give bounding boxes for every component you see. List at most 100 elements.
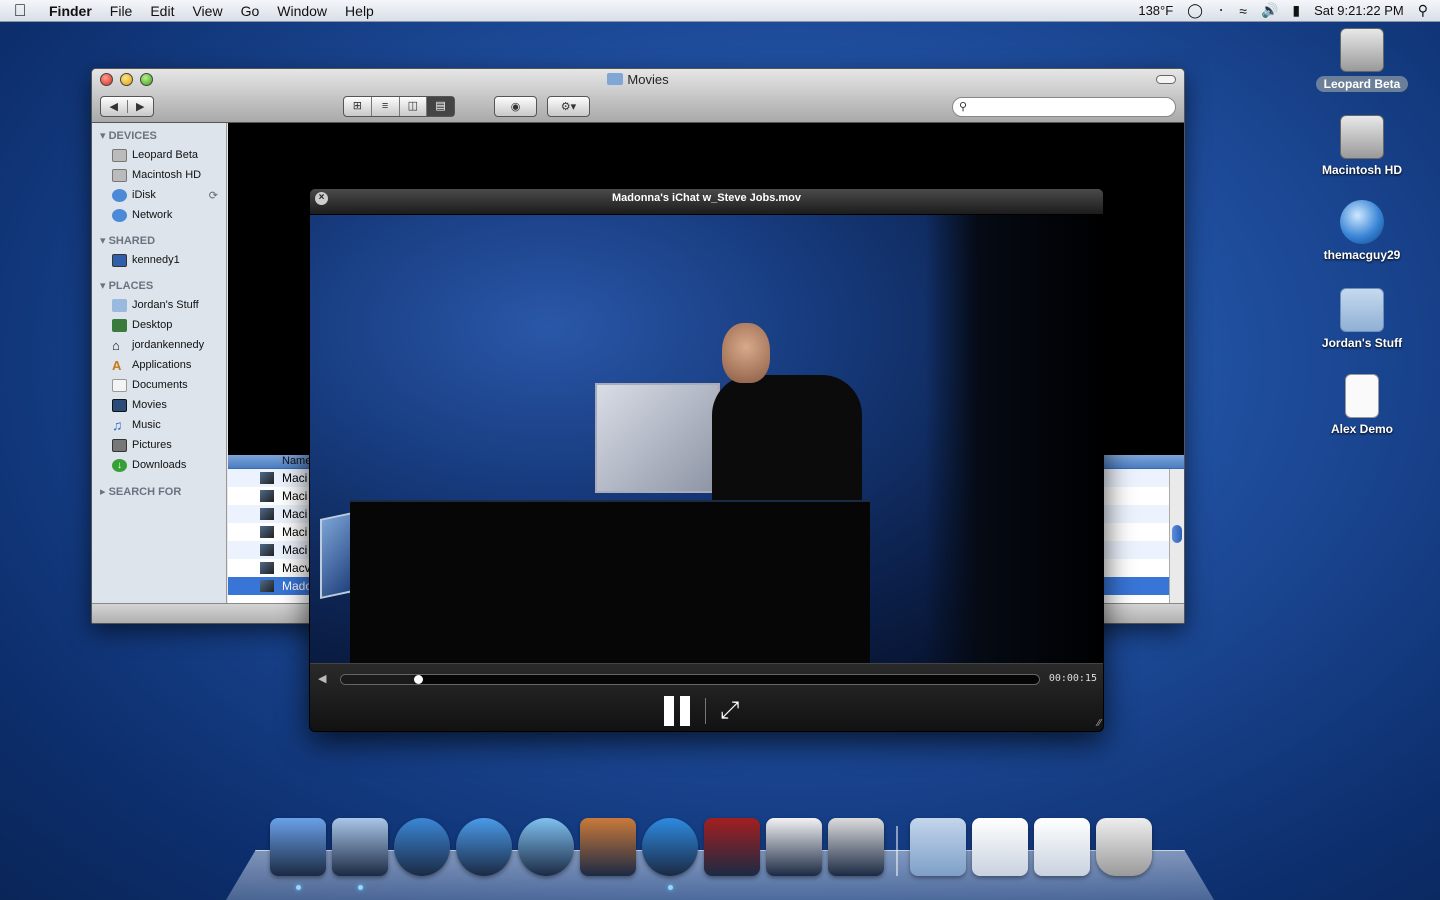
sidebar-item-jordankennedy[interactable]: ⌂ jordankennedy xyxy=(92,335,226,355)
desktop-icon-themacguy29[interactable]: themacguy29 xyxy=(1307,200,1417,262)
icon-view-icon[interactable]: ⊞ xyxy=(344,97,372,116)
download-arrow-icon: ↓ xyxy=(112,458,127,472)
desktop-icon-jordans-stuff[interactable]: Jordan's Stuff xyxy=(1307,288,1417,350)
ichat-status-icon[interactable]: ◯ xyxy=(1187,2,1203,19)
apple-menu-icon[interactable]:  xyxy=(0,1,40,21)
sidebar-item-kennedy1[interactable]: kennedy1 xyxy=(92,250,226,270)
sidebar-item-downloads[interactable]: ↓ Downloads xyxy=(92,455,226,475)
menu-edit[interactable]: Edit xyxy=(141,3,183,19)
spotlight-icon[interactable]: ⚲ xyxy=(1418,2,1428,19)
photo-booth-icon[interactable] xyxy=(704,818,760,876)
list-item-label: Maci xyxy=(282,543,308,557)
ichat-icon[interactable] xyxy=(456,818,512,876)
sidebar-item-label: Applications xyxy=(132,359,192,371)
sidebar-item-leopard-beta[interactable]: Leopard Beta xyxy=(92,145,226,165)
sidebar-item-desktop[interactable]: Desktop xyxy=(92,315,226,335)
documents-stack-icon[interactable] xyxy=(972,818,1028,876)
video-frame[interactable] xyxy=(310,215,1103,663)
quick-look-button[interactable]: ◉ xyxy=(494,96,537,117)
player-titlebar[interactable]: × Madonna's iChat w_Steve Jobs.mov xyxy=(310,189,1103,215)
list-item-label: Macv xyxy=(282,561,311,575)
movie-thumbnail-icon xyxy=(260,472,274,484)
iphoto-icon[interactable] xyxy=(580,818,636,876)
monitor-shape xyxy=(595,383,720,493)
toolbar-toggle-button[interactable] xyxy=(1156,75,1176,84)
sidebar-item-label: iDisk xyxy=(132,189,156,201)
sidebar-item-movies[interactable]: Movies xyxy=(92,395,226,415)
trash-icon[interactable] xyxy=(1096,818,1152,876)
bluetooth-icon[interactable]: ᛫ xyxy=(1217,3,1225,19)
sidebar-item-pictures[interactable]: Pictures xyxy=(92,435,226,455)
sidebar-item-label: Music xyxy=(132,419,161,431)
search-icon: ⚲ xyxy=(959,101,968,113)
player-controls: ◀ 00:00:15 ⤢ ∕∕ xyxy=(310,663,1103,731)
coverflow-view-icon[interactable]: ▤ xyxy=(427,97,454,116)
app-menu[interactable]: Finder xyxy=(40,3,101,19)
sidebar-item-music[interactable]: ♫ Music xyxy=(92,415,226,435)
fullscreen-icon[interactable]: ⤢ xyxy=(720,696,752,726)
desktop-icon-alex-demo[interactable]: Alex Demo xyxy=(1307,374,1417,436)
running-indicator xyxy=(358,885,363,890)
sidebar-header-search-for[interactable]: ▸ SEARCH FOR xyxy=(92,475,226,501)
player-title: Madonna's iChat w_Steve Jobs.mov xyxy=(611,192,802,204)
menu-view[interactable]: View xyxy=(183,3,231,19)
list-view-icon[interactable]: ≡ xyxy=(372,97,400,116)
volume-icon[interactable]: 🔊 xyxy=(1261,2,1278,19)
forward-arrow-icon[interactable]: ▶ xyxy=(128,100,154,113)
safari-icon[interactable] xyxy=(394,818,450,876)
menu-bar:  Finder File Edit View Go Window Help 1… xyxy=(0,0,1440,22)
sidebar-item-documents[interactable]: Documents xyxy=(92,375,226,395)
sidebar-item-label: Leopard Beta xyxy=(132,149,199,161)
sidebar-header-shared[interactable]: ▾ SHARED xyxy=(92,225,226,250)
close-icon[interactable]: × xyxy=(315,192,328,205)
applications-stack-icon[interactable] xyxy=(910,818,966,876)
action-menu-button[interactable]: ⚙▾ xyxy=(547,96,590,117)
finder-icon[interactable] xyxy=(270,818,326,890)
volume-icon[interactable]: ◀ xyxy=(318,672,326,685)
playhead[interactable] xyxy=(413,675,423,684)
itunes-icon[interactable] xyxy=(518,818,574,876)
hard-drive-icon xyxy=(112,168,127,182)
vertical-scrollbar[interactable] xyxy=(1169,469,1184,603)
sidebar-item-applications[interactable]: A Applications xyxy=(92,355,226,375)
back-arrow-icon[interactable]: ◀ xyxy=(101,100,128,113)
battery-icon[interactable]: ▮ xyxy=(1292,2,1300,19)
sidebar-item-jordans-stuff[interactable]: Jordan's Stuff xyxy=(92,295,226,315)
sidebar-item-label: Macintosh HD xyxy=(132,169,202,181)
sidebar-item-label: Network xyxy=(132,209,173,221)
menu-help[interactable]: Help xyxy=(336,3,383,19)
front-row-icon[interactable] xyxy=(766,818,822,876)
sync-icon[interactable]: ⟳ xyxy=(209,189,218,202)
menu-file[interactable]: File xyxy=(101,3,142,19)
desktop-icon-macintosh-hd[interactable]: Macintosh HD xyxy=(1307,115,1417,177)
sidebar-item-idisk[interactable]: iDisk ⟳ xyxy=(92,185,226,205)
gear-icon: ⚙▾ xyxy=(560,101,577,113)
sidebar-item-network[interactable]: Network xyxy=(92,205,226,225)
sidebar-header-devices[interactable]: ▾ DEVICES xyxy=(92,123,226,145)
resize-grip-icon[interactable]: ∕∕ xyxy=(1098,718,1101,729)
downloads-stack-icon[interactable] xyxy=(1034,818,1090,876)
scroll-thumb[interactable] xyxy=(1172,525,1182,543)
temperature-readout[interactable]: 138°F xyxy=(1138,3,1173,18)
menu-go[interactable]: Go xyxy=(232,3,269,19)
pause-button[interactable] xyxy=(664,696,690,726)
hard-drive-icon xyxy=(1340,115,1384,159)
sidebar: ▾ DEVICES Leopard Beta Macintosh HD iDis… xyxy=(92,123,227,603)
scrubber-bar[interactable] xyxy=(340,674,1040,685)
boot-camp-icon[interactable] xyxy=(828,818,884,876)
clock[interactable]: Sat 9:21:22 PM xyxy=(1314,3,1404,18)
mail-icon[interactable] xyxy=(332,818,388,890)
search-field[interactable]: ⚲ xyxy=(952,97,1176,117)
desktop-icon-leopard-beta[interactable]: Leopard Beta xyxy=(1307,28,1417,92)
finder-titlebar[interactable]: Movies ◀ ▶ ⊞ ≡ ◫ ▤ ◉ ⚙▾ ⚲ xyxy=(92,69,1184,123)
list-item-label: Maci xyxy=(282,489,308,503)
menu-window[interactable]: Window xyxy=(268,3,336,19)
quicktime-icon[interactable] xyxy=(642,818,698,890)
music-note-icon: ♫ xyxy=(112,416,123,433)
sidebar-header-places[interactable]: ▾ PLACES xyxy=(92,270,226,295)
sidebar-item-label: Documents xyxy=(132,379,188,391)
wifi-icon[interactable]: ≈ xyxy=(1239,3,1247,19)
sidebar-item-macintosh-hd[interactable]: Macintosh HD xyxy=(92,165,226,185)
camera-icon xyxy=(112,438,127,452)
column-view-icon[interactable]: ◫ xyxy=(400,97,428,116)
